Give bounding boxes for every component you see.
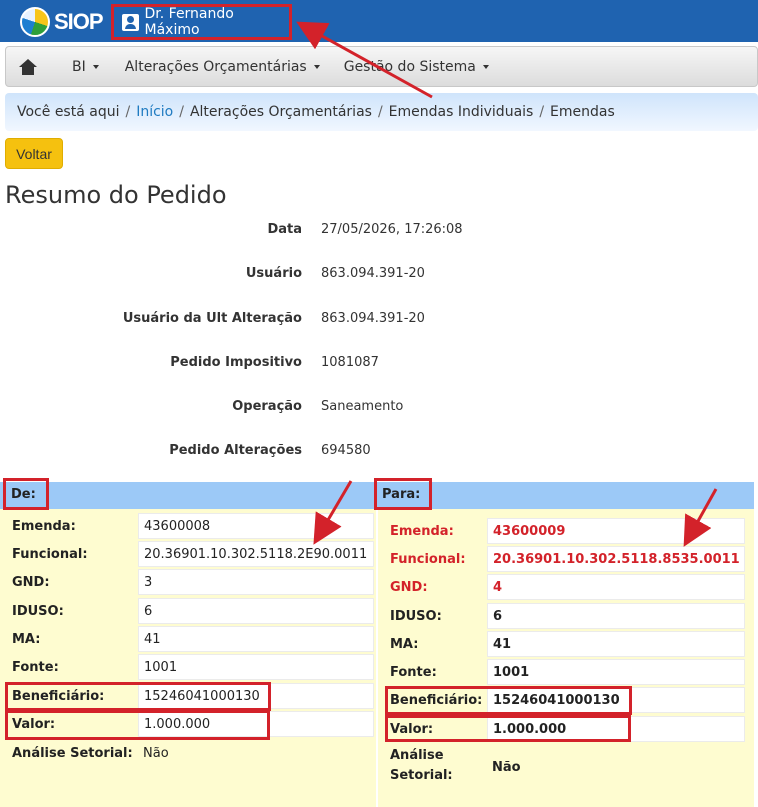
field-value: 1001 [138,654,374,680]
siop-logo[interactable]: SIOP [20,7,104,37]
top-bar: SIOP Dr. Fernando Máximo [0,0,758,42]
field-value: Não [492,759,521,775]
para-row-funcional: Funcional: 20.36901.10.302.5118.8535.001… [390,545,746,573]
field-value: 6 [138,598,374,624]
field-label: IDUSO: [390,608,442,624]
nav-item-gestao[interactable]: Gestão do Sistema [344,59,489,75]
field-label: Emenda: [12,518,76,534]
user-icon [122,13,139,31]
field-value: 43600008 [138,513,374,539]
breadcrumb-prefix: Você está aqui [17,104,120,120]
logo-text: SIOP [54,9,104,34]
field-value: 3 [138,569,374,595]
field-label: Emenda: [390,523,454,539]
field-label: MA: [12,631,41,647]
caret-down-icon [92,64,99,69]
field-label: Análise Setorial: [390,748,453,783]
summary-label: Usuário [245,266,302,281]
field-label: Fonte: [390,664,437,680]
field-label: Fonte: [12,659,59,675]
breadcrumb-item-alteracoes: Alterações Orçamentárias [189,104,372,120]
field-value: 4 [487,574,745,600]
summary-row-pedido-impositivo: Pedido Impositivo 1081087 [0,355,758,375]
summary-row-pedido-alteracoes: Pedido Alterações 694580 [0,443,758,463]
de-row-analise: Análise Setorial: Não [12,739,374,767]
nav-item-label: Gestão do Sistema [343,58,476,75]
field-label: IDUSO: [12,603,64,619]
nav-item-alteracoes[interactable]: Alterações Orçamentárias [125,59,320,75]
nav-item-label: Alterações Orçamentárias [124,58,307,75]
summary-value: 27/05/2026, 17:26:08 [321,222,463,237]
de-row-emenda: Emenda: 43600008 [12,512,374,540]
summary-value: 1081087 [321,355,379,370]
de-row-fonte: Fonte: 1001 [12,653,374,681]
de-row-gnd: GND: 3 [12,568,374,596]
field-value: 41 [138,626,374,652]
breadcrumb-item-emendas: Emendas [550,104,615,120]
para-row-iduso: IDUSO: 6 [390,602,746,630]
summary-value: 863.094.391-20 [321,266,425,281]
breadcrumb: Você está aqui / Início / Alterações Orç… [5,93,758,131]
de-title: De: [3,478,49,510]
summary-value: Saneamento [321,399,404,414]
summary-label: Usuário da Ult Alteração [122,311,302,326]
highlight-para-beneficiario [385,686,632,715]
caret-down-icon [313,64,320,69]
para-row-fonte: Fonte: 1001 [390,658,746,686]
field-value: 43600009 [487,518,745,544]
field-label: Funcional: [390,551,466,567]
de-row-iduso: IDUSO: 6 [12,597,374,625]
summary-row-data: Data 27/05/2026, 17:26:08 [0,222,758,242]
summary-label: Pedido Impositivo [170,355,302,370]
siop-logo-icon [20,7,50,37]
highlight-para-valor [385,715,631,742]
field-value: 41 [487,631,745,657]
field-label: Funcional: [12,546,88,562]
highlight-de-beneficiario [5,682,271,711]
user-name: Dr. Fernando Máximo [144,6,234,38]
home-icon[interactable] [18,58,38,75]
summary-row-usuario-ult: Usuário da Ult Alteração 863.094.391-20 [0,311,758,331]
field-value: 6 [487,603,745,629]
caret-down-icon [482,64,489,69]
summary-label: Operação [232,399,302,414]
summary-value: 694580 [321,443,371,458]
para-row-ma: MA: 41 [390,630,746,658]
para-panel-header [376,482,754,509]
para-row-gnd: GND: 4 [390,573,746,601]
main-navbar: BI Alterações Orçamentárias Gestão do Si… [5,46,758,87]
para-title: Para: [374,478,432,510]
breadcrumb-item-inicio[interactable]: Início [136,104,173,120]
summary-label: Pedido Alterações [169,443,302,458]
summary-row-operacao: Operação Saneamento [0,399,758,419]
nav-item-label: BI [72,58,86,75]
page-title: Resumo do Pedido [5,181,227,209]
breadcrumb-item-emendas-individuais: Emendas Individuais [388,104,534,120]
de-panel-header [0,482,376,509]
nav-item-bi[interactable]: BI [72,59,99,75]
summary-value: 863.094.391-20 [321,311,425,326]
field-label: Análise Setorial: [12,745,133,761]
field-label: MA: [390,636,419,652]
field-value: 20.36901.10.302.5118.8535.0011 [487,546,745,572]
summary-label: Data [267,222,302,237]
highlight-de-valor [5,710,270,740]
field-value: 20.36901.10.302.5118.2E90.0011 [138,541,374,567]
field-label: GND: [12,574,50,590]
field-label: GND: [390,579,428,595]
user-menu[interactable]: Dr. Fernando Máximo [111,4,292,40]
summary-row-usuario: Usuário 863.094.391-20 [0,266,758,286]
field-value: 1001 [487,659,745,685]
para-row-analise: Análise Setorial: [390,745,490,787]
para-row-emenda: Emenda: 43600009 [390,517,746,545]
voltar-button[interactable]: Voltar [5,138,63,169]
de-row-funcional: Funcional: 20.36901.10.302.5118.2E90.001… [12,540,374,568]
de-row-ma: MA: 41 [12,625,374,653]
field-value: Não [143,745,169,761]
